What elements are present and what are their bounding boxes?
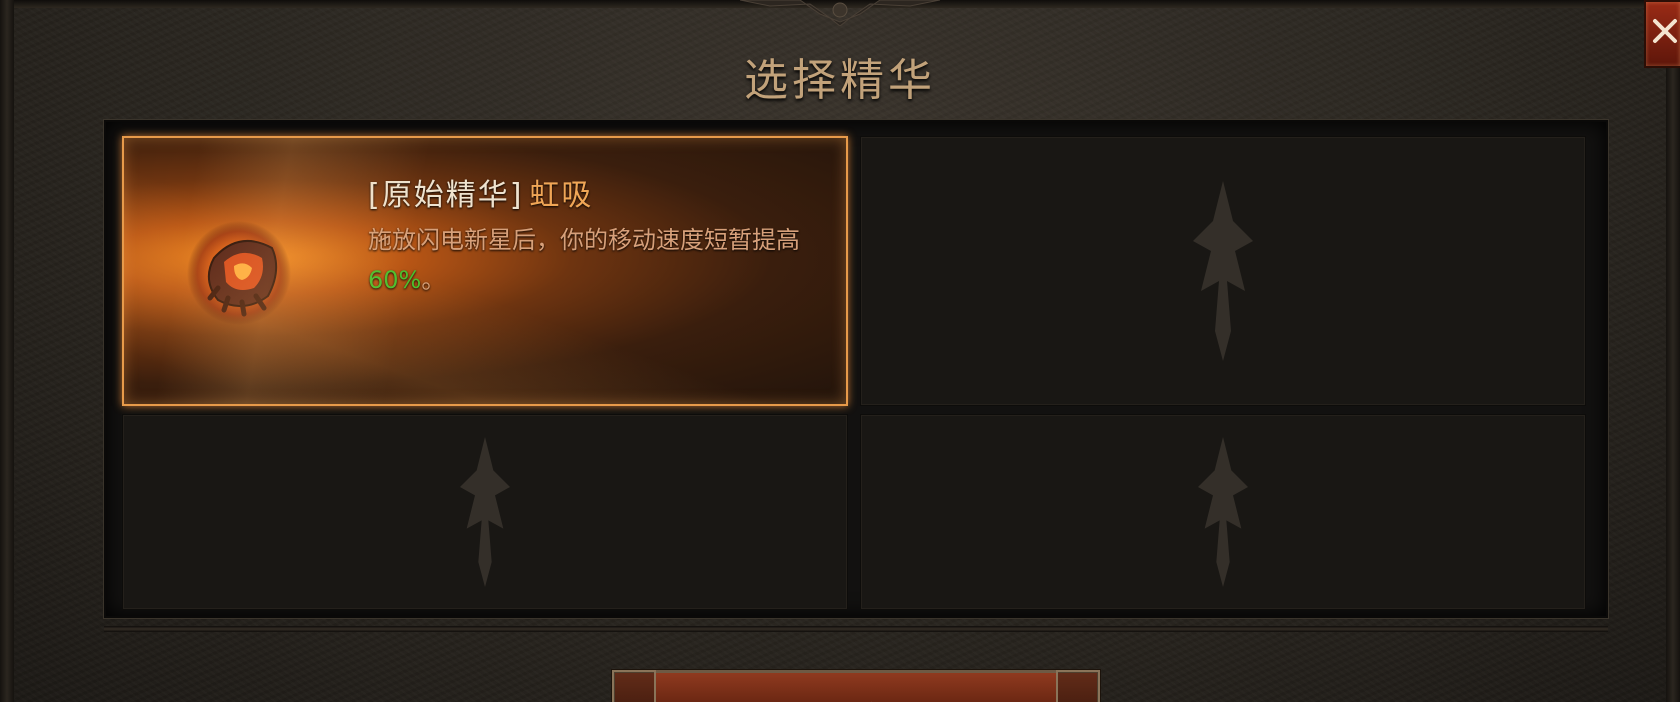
essence-description: 施放闪电新星后，你的移动速度短暂提高 60%。 xyxy=(368,220,838,300)
essence-desc-text: 施放闪电新星后，你的移动速度短暂提高 xyxy=(368,226,800,254)
essence-title: [原始精华] 虹吸 xyxy=(368,170,593,214)
essence-rarity-tag: [原始精华] xyxy=(368,178,524,213)
close-button[interactable] xyxy=(1644,0,1680,68)
close-x-icon xyxy=(1653,19,1677,43)
essence-slot-selected[interactable]: [原始精华] 虹吸 施放闪电新星后，你的移动速度短暂提高 60%。 xyxy=(122,136,848,406)
button-corner-ornament-icon xyxy=(612,670,656,702)
essence-desc-end: 。 xyxy=(421,266,446,294)
essence-slot-empty[interactable] xyxy=(122,414,848,610)
confirm-button[interactable]: 确定 xyxy=(612,670,1100,702)
dialog-title: 选择精华 xyxy=(744,55,936,106)
essence-select-dialog: 选择精华 [原始精华] 虹吸 施放闪电新星后，你的移动速度短暂提高60%。 xyxy=(0,0,1680,702)
essence-slot-empty[interactable] xyxy=(860,136,1586,406)
essence-orb-icon xyxy=(187,221,291,325)
top-ornament-icon xyxy=(740,0,940,26)
essence-name: 虹吸 xyxy=(529,178,594,213)
essence-grid: [原始精华] 虹吸 施放闪电新星后，你的移动速度短暂提高 60%。 xyxy=(104,120,1608,618)
empty-slot-emblem-icon xyxy=(1193,181,1253,361)
button-corner-ornament-icon xyxy=(1056,670,1100,702)
empty-slot-emblem-icon xyxy=(1198,437,1248,587)
bottom-divider xyxy=(104,626,1608,632)
essence-desc-value: 60% xyxy=(368,266,422,294)
essence-slot-empty[interactable] xyxy=(860,414,1586,610)
empty-slot-emblem-icon xyxy=(460,437,510,587)
